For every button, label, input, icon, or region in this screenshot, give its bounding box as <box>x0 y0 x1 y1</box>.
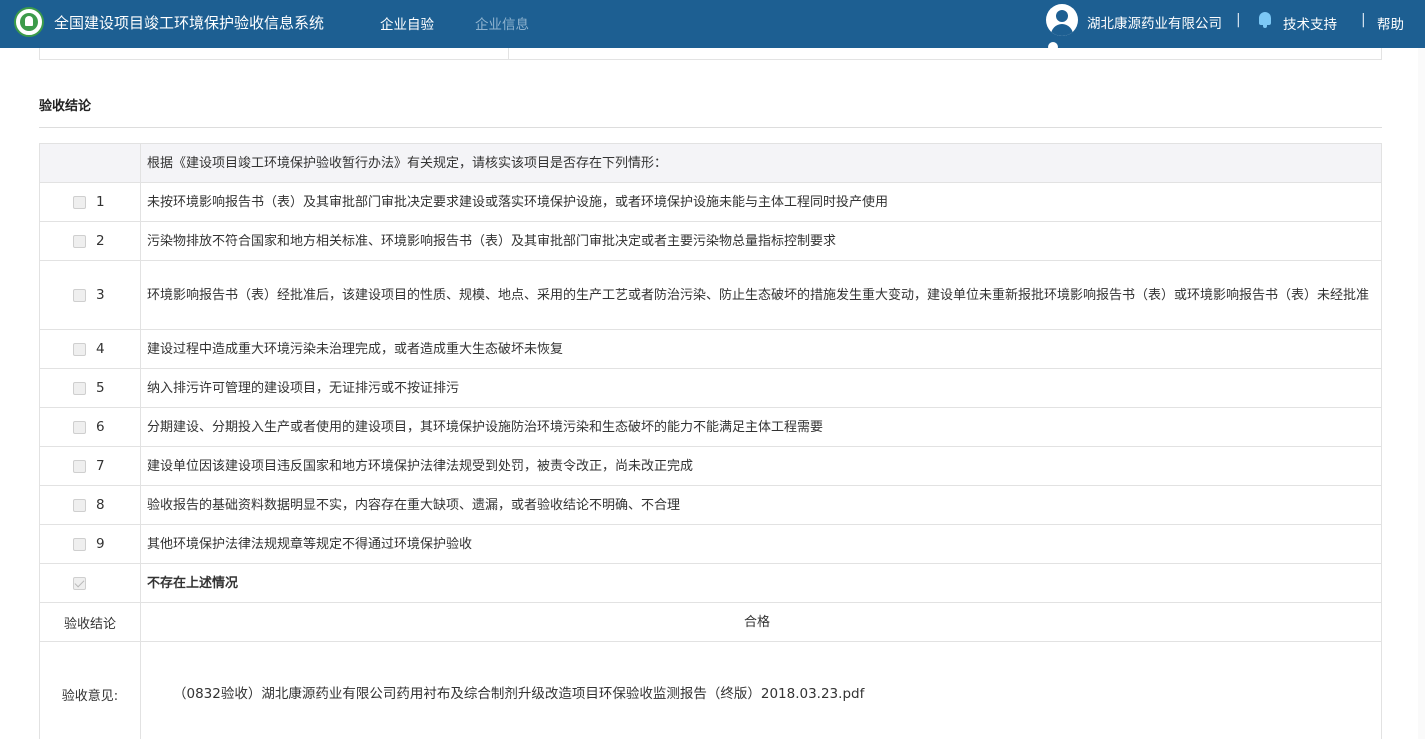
table-row-none: 不存在上述情况 <box>39 563 1382 603</box>
item-number: 8 <box>96 497 105 513</box>
conclusion-value: 合格 <box>140 602 1382 642</box>
company-name[interactable]: 湖北康源药业有限公司 <box>1087 12 1222 32</box>
item-checkbox[interactable] <box>73 195 86 209</box>
section-title: 验收结论 <box>39 99 92 114</box>
conclusion-row: 验收结论 合格 <box>39 602 1382 642</box>
item-text: 污染物排放不符合国家和地方相关标准、环境影响报告书（表）及其审批部门审批决定或者… <box>140 221 1382 261</box>
table-row: 5 纳入排污许可管理的建设项目，无证排污或不按证排污 <box>39 368 1382 408</box>
item-text: 环境影响报告书（表）经批准后，该建设项目的性质、规模、地点、采用的生产工艺或者防… <box>140 260 1382 330</box>
acceptance-table: 根据《建设项目竣工环境保护验收暂行办法》有关规定，请核实该项目是否存在下列情形：… <box>39 143 1382 739</box>
table-intro: 根据《建设项目竣工环境保护验收暂行办法》有关规定，请核实该项目是否存在下列情形： <box>140 143 1382 183</box>
section-divider <box>39 127 1382 128</box>
opinion-file-link[interactable]: （0832验收）湖北康源药业有限公司药用衬布及综合制剂升级改造项目环保验收监测报… <box>140 641 1382 739</box>
table-row: 4 建设过程中造成重大环境污染未治理完成，或者造成重大生态破坏未恢复 <box>39 329 1382 369</box>
none-checkbox[interactable] <box>73 576 86 590</box>
table-row: 2 污染物排放不符合国家和地方相关标准、环境影响报告书（表）及其审批部门审批决定… <box>39 221 1382 261</box>
item-checkbox[interactable] <box>73 288 86 302</box>
item-number: 3 <box>96 287 105 303</box>
item-checkbox[interactable] <box>73 498 86 512</box>
scrollbar[interactable] <box>1418 48 1425 739</box>
item-checkbox[interactable] <box>73 342 86 356</box>
item-number: 1 <box>96 194 105 210</box>
previous-section-box <box>39 48 1382 60</box>
none-label: 不存在上述情况 <box>140 563 1382 603</box>
item-text: 分期建设、分期投入生产或者使用的建设项目，其环境保护设施防治环境污染和生态破坏的… <box>140 407 1382 447</box>
table-row: 7 建设单位因该建设项目违反国家和地方环境保护法律法规受到处罚，被责令改正，尚未… <box>39 446 1382 486</box>
item-number: 9 <box>96 536 105 552</box>
item-number: 2 <box>96 233 105 249</box>
support-icon[interactable] <box>1258 12 1272 28</box>
item-number: 4 <box>96 341 105 357</box>
table-header-row: 根据《建设项目竣工环境保护验收暂行办法》有关规定，请核实该项目是否存在下列情形： <box>39 143 1382 183</box>
top-navbar: 全国建设项目竣工环境保护验收信息系统 企业自验 企业信息 湖北康源药业有限公司 … <box>0 0 1425 48</box>
item-text: 建设单位因该建设项目违反国家和地方环境保护法律法规受到处罚，被责令改正，尚未改正… <box>140 446 1382 486</box>
nav-enterprise-info[interactable]: 企业信息 <box>475 13 529 33</box>
item-checkbox[interactable] <box>73 537 86 551</box>
separator: | <box>1236 12 1241 28</box>
table-row: 1 未按环境影响报告书（表）及其审批部门审批决定要求建设或落实环境保护设施，或者… <box>39 182 1382 222</box>
item-text: 未按环境影响报告书（表）及其审批部门审批决定要求建设或落实环境保护设施，或者环境… <box>140 182 1382 222</box>
item-text: 验收报告的基础资料数据明显不实，内容存在重大缺项、遗漏，或者验收结论不明确、不合… <box>140 485 1382 525</box>
user-avatar-icon[interactable] <box>1046 4 1078 36</box>
item-checkbox[interactable] <box>73 459 86 473</box>
item-checkbox[interactable] <box>73 234 86 248</box>
separator: | <box>1361 12 1366 28</box>
item-checkbox[interactable] <box>73 420 86 434</box>
table-row: 3 环境影响报告书（表）经批准后，该建设项目的性质、规模、地点、采用的生产工艺或… <box>39 260 1382 330</box>
item-text: 纳入排污许可管理的建设项目，无证排污或不按证排污 <box>140 368 1382 408</box>
help-link[interactable]: 帮助 <box>1377 13 1404 33</box>
opinion-label: 验收意见: <box>39 641 141 739</box>
ministry-logo-icon <box>14 7 44 37</box>
table-row: 8 验收报告的基础资料数据明显不实，内容存在重大缺项、遗漏，或者验收结论不明确、… <box>39 485 1382 525</box>
system-title: 全国建设项目竣工环境保护验收信息系统 <box>54 14 325 32</box>
item-checkbox[interactable] <box>73 381 86 395</box>
item-text: 其他环境保护法律法规规章等规定不得通过环境保护验收 <box>140 524 1382 564</box>
avatar-status-dot <box>1048 42 1058 52</box>
conclusion-label: 验收结论 <box>39 602 141 642</box>
item-text: 建设过程中造成重大环境污染未治理完成，或者造成重大生态破坏未恢复 <box>140 329 1382 369</box>
table-row: 9 其他环境保护法律法规规章等规定不得通过环境保护验收 <box>39 524 1382 564</box>
item-number: 5 <box>96 380 105 396</box>
nav-self-acceptance[interactable]: 企业自验 <box>380 13 434 33</box>
table-row: 6 分期建设、分期投入生产或者使用的建设项目，其环境保护设施防治环境污染和生态破… <box>39 407 1382 447</box>
opinion-row: 验收意见: （0832验收）湖北康源药业有限公司药用衬布及综合制剂升级改造项目环… <box>39 641 1382 739</box>
item-number: 6 <box>96 419 105 435</box>
item-number: 7 <box>96 458 105 474</box>
tech-support-link[interactable]: 技术支持 <box>1283 13 1337 33</box>
